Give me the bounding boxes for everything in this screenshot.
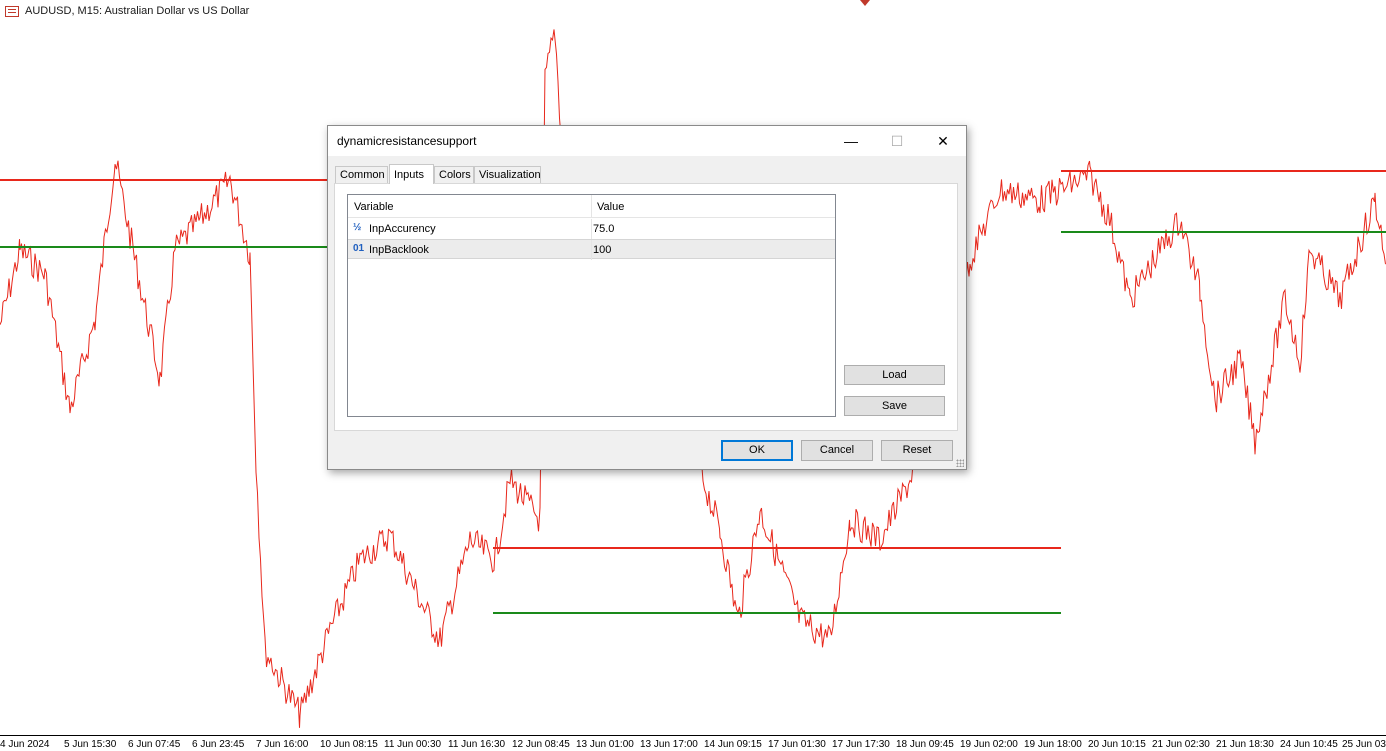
x-tick-label: 6 Jun 23:45 — [192, 739, 245, 750]
variable-name: InpBacklook — [369, 244, 429, 256]
x-tick-label: 19 Jun 02:00 — [960, 739, 1018, 750]
grid-header: Variable Value — [348, 195, 835, 218]
integer-type-icon: 01 — [353, 243, 365, 254]
dialog-title: dynamicresistancesupport — [337, 134, 477, 148]
x-tick-label: 13 Jun 01:00 — [576, 739, 634, 750]
x-tick-label: 12 Jun 08:45 — [512, 739, 570, 750]
x-tick-label: 18 Jun 09:45 — [896, 739, 954, 750]
dialog-titlebar[interactable]: dynamicresistancesupport — ☐ ✕ — [328, 126, 966, 156]
x-tick-label: 13 Jun 17:00 — [640, 739, 698, 750]
chart-symbol-title: AUDUSD, M15: Australian Dollar vs US Dol… — [25, 5, 250, 17]
x-tick-label: 5 Jun 15:30 — [64, 739, 117, 750]
variable-column-header[interactable]: Variable — [354, 201, 394, 213]
table-row[interactable]: ½ InpAccurency 75.0 — [348, 219, 835, 239]
table-row[interactable]: 01 InpBacklook 100 — [348, 239, 835, 260]
x-tick-label: 21 Jun 18:30 — [1216, 739, 1274, 750]
ok-button[interactable]: OK — [721, 440, 793, 461]
x-tick-label: 7 Jun 16:00 — [256, 739, 309, 750]
chart-shift-marker[interactable] — [860, 0, 870, 6]
x-tick-label: 19 Jun 18:00 — [1024, 739, 1082, 750]
tab-inputs[interactable]: Inputs — [389, 164, 434, 184]
inputs-panel: Variable Value ½ InpAccurency 75.0 01 In… — [334, 183, 958, 431]
x-tick-label: 6 Jun 07:45 — [128, 739, 181, 750]
tab-colors[interactable]: Colors — [434, 166, 474, 183]
load-button[interactable]: Load — [844, 365, 945, 385]
tab-common[interactable]: Common — [335, 166, 388, 183]
variable-value[interactable]: 100 — [593, 244, 611, 256]
x-tick-label: 17 Jun 17:30 — [832, 739, 890, 750]
chart-title: AUDUSD, M15: Australian Dollar vs US Dol… — [5, 5, 249, 17]
double-type-icon: ½ — [353, 222, 362, 233]
chart-window-icon[interactable] — [5, 5, 19, 17]
close-icon[interactable]: ✕ — [920, 126, 966, 156]
x-tick-label: 4 Jun 2024 — [0, 739, 50, 750]
variable-value[interactable]: 75.0 — [593, 223, 614, 235]
x-tick-label: 21 Jun 02:30 — [1152, 739, 1210, 750]
minimize-icon[interactable]: — — [828, 126, 874, 156]
indicator-properties-dialog: dynamicresistancesupport — ☐ ✕ Common In… — [327, 125, 967, 470]
resize-grip-icon[interactable] — [956, 459, 964, 467]
reset-button[interactable]: Reset — [881, 440, 953, 461]
maximize-icon[interactable]: ☐ — [874, 126, 920, 156]
cancel-button[interactable]: Cancel — [801, 440, 873, 461]
save-button[interactable]: Save — [844, 396, 945, 416]
x-tick-label: 11 Jun 16:30 — [448, 739, 506, 750]
variable-name: InpAccurency — [369, 223, 436, 235]
tab-visualization[interactable]: Visualization — [474, 166, 541, 183]
x-tick-label: 24 Jun 10:45 — [1280, 739, 1338, 750]
x-tick-label: 11 Jun 00:30 — [384, 739, 442, 750]
x-tick-label: 25 Jun 03:00 — [1342, 739, 1386, 750]
x-tick-label: 10 Jun 08:15 — [320, 739, 378, 750]
x-tick-label: 20 Jun 10:15 — [1088, 739, 1146, 750]
time-axis: 4 Jun 2024 5 Jun 15:30 6 Jun 07:45 6 Jun… — [0, 735, 1386, 751]
value-column-header[interactable]: Value — [597, 201, 624, 213]
inputs-grid[interactable]: Variable Value ½ InpAccurency 75.0 01 In… — [347, 194, 836, 417]
x-tick-label: 17 Jun 01:30 — [768, 739, 826, 750]
x-tick-label: 14 Jun 09:15 — [704, 739, 762, 750]
